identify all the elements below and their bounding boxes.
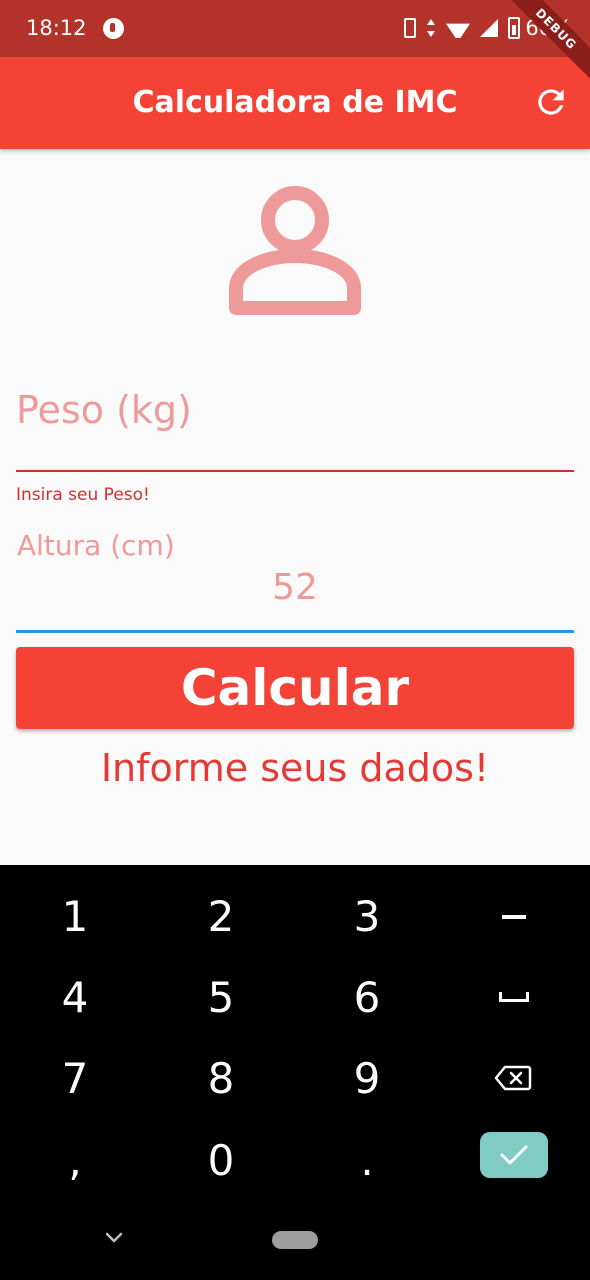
key-1[interactable]: 1 xyxy=(2,877,148,957)
data-arrows-icon xyxy=(426,18,436,38)
altura-field[interactable]: Altura (cm) 52 xyxy=(16,525,574,633)
person-outline-icon xyxy=(229,186,361,315)
peso-error-text: Insira seu Peso! xyxy=(16,485,150,505)
hide-keyboard-icon[interactable] xyxy=(104,1231,124,1245)
wifi-icon xyxy=(446,18,470,38)
calcular-button[interactable]: Calcular xyxy=(16,647,574,729)
done-key[interactable] xyxy=(480,1132,548,1178)
minus-icon xyxy=(502,915,526,919)
app-bar: Calculadora de IMC xyxy=(0,57,590,149)
refresh-icon xyxy=(538,89,564,115)
key-2[interactable]: 2 xyxy=(148,877,294,957)
battery-icon xyxy=(508,17,520,39)
altura-label: Altura (cm) xyxy=(17,529,175,562)
numeric-keyboard: 1 2 3 4 5 6 7 8 9 , 0 . xyxy=(0,865,590,1280)
home-pill[interactable] xyxy=(272,1231,318,1249)
key-space[interactable] xyxy=(440,958,586,1038)
key-minus[interactable] xyxy=(440,877,586,957)
key-5[interactable]: 5 xyxy=(148,958,294,1038)
peso-label: Peso (kg) xyxy=(16,388,192,432)
info-text: Informe seus dados! xyxy=(100,746,490,790)
peso-field[interactable]: Peso (kg) xyxy=(16,380,574,472)
status-icons xyxy=(404,17,520,39)
status-time: 18:12 xyxy=(26,16,87,40)
key-dot[interactable]: . xyxy=(294,1121,440,1201)
key-6[interactable]: 6 xyxy=(294,958,440,1038)
altura-underline xyxy=(16,630,574,633)
key-4[interactable]: 4 xyxy=(2,958,148,1038)
key-8[interactable]: 8 xyxy=(148,1039,294,1119)
peso-underline xyxy=(16,470,574,472)
backspace-icon xyxy=(494,1065,532,1091)
key-7[interactable]: 7 xyxy=(2,1039,148,1119)
key-9[interactable]: 9 xyxy=(294,1039,440,1119)
space-icon xyxy=(499,992,529,1002)
app-title: Calculadora de IMC xyxy=(132,85,458,120)
key-backspace[interactable] xyxy=(440,1039,586,1119)
refresh-button[interactable] xyxy=(532,83,570,121)
vibrate-icon xyxy=(404,18,416,38)
screen: 18:12 66% DEBUG Calculadora de IMC Peso … xyxy=(0,0,590,1280)
altura-input-value[interactable]: 52 xyxy=(16,567,574,608)
app-notification-icon xyxy=(103,18,124,39)
signal-icon xyxy=(480,19,498,37)
status-bar: 18:12 66% xyxy=(0,0,590,57)
key-comma[interactable]: , xyxy=(2,1121,148,1201)
key-0[interactable]: 0 xyxy=(148,1121,294,1201)
check-icon xyxy=(500,1145,528,1165)
key-3[interactable]: 3 xyxy=(294,877,440,957)
